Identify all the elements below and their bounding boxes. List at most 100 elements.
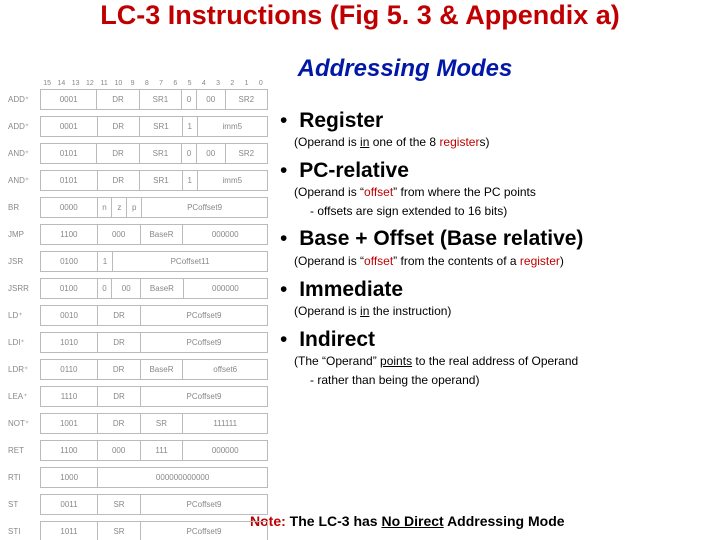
enc-field: imm5 xyxy=(198,171,267,190)
mnemonic: AND⁺ xyxy=(8,143,40,164)
mode-indirect-desc: (The “Operand” points to the real addres… xyxy=(294,354,710,369)
enc-field: 111 xyxy=(141,441,184,460)
enc-field: BaseR xyxy=(141,360,184,379)
enc-field: DR xyxy=(98,306,141,325)
enc-row: RET1100000111000000 xyxy=(8,440,268,461)
enc-fields: 1010DRPCoffset9 xyxy=(40,332,268,353)
enc-field: DR xyxy=(98,360,141,379)
bullet-icon: • xyxy=(280,227,287,250)
mode-name: Base + Offset (Base relative) xyxy=(299,227,583,250)
mnemonic: ADD⁺ xyxy=(8,116,40,137)
enc-field: z xyxy=(112,198,127,217)
enc-field: n xyxy=(98,198,113,217)
enc-field: DR xyxy=(98,414,141,433)
mode-base-desc: (Operand is “offset” from the contents o… xyxy=(294,254,710,269)
enc-fields: 01001PCoffset11 xyxy=(40,251,268,272)
enc-row: RTI1000000000000000 xyxy=(8,467,268,488)
enc-fields: 1100000111000000 xyxy=(40,440,268,461)
enc-fields: 1001DRSR111111 xyxy=(40,413,268,434)
mode-immediate: • Immediate xyxy=(280,277,710,302)
enc-field: SR xyxy=(98,522,141,540)
enc-fields: 1000000000000000 xyxy=(40,467,268,488)
enc-field: SR1 xyxy=(140,117,183,136)
enc-field: PCoffset9 xyxy=(141,387,267,406)
mode-name: Indirect xyxy=(299,328,375,351)
enc-fields: 0101DRSR1000SR2 xyxy=(40,143,268,164)
enc-field: 00 xyxy=(197,90,226,109)
enc-fields: 0000nzpPCoffset9 xyxy=(40,197,268,218)
enc-field: BaseR xyxy=(141,225,184,244)
mnemonic: AND⁺ xyxy=(8,170,40,191)
enc-row: AND⁺0101DRSR1000SR2 xyxy=(8,143,268,164)
bullet-icon: • xyxy=(280,278,287,301)
enc-field: PCoffset11 xyxy=(113,252,267,271)
enc-field: 000 xyxy=(98,441,141,460)
bullet-icon: • xyxy=(280,109,287,132)
enc-field: DR xyxy=(97,90,139,109)
enc-field: DR xyxy=(97,144,139,163)
mode-indirect: • Indirect xyxy=(280,327,710,352)
mnemonic: JSRR xyxy=(8,278,40,299)
enc-field: 0 xyxy=(182,144,197,163)
enc-row: JSRR0100000BaseR000000 xyxy=(8,278,268,299)
mnemonic: BR xyxy=(8,197,40,218)
mnemonic: LDI⁺ xyxy=(8,332,40,353)
enc-fields: 0101DRSR11imm5 xyxy=(40,170,268,191)
enc-field: DR xyxy=(98,387,141,406)
mnemonic: LEA⁺ xyxy=(8,386,40,407)
enc-field: BaseR xyxy=(141,279,184,298)
enc-row: JMP1100000BaseR000000 xyxy=(8,224,268,245)
enc-field: 0010 xyxy=(41,306,98,325)
enc-field: PCoffset9 xyxy=(141,333,267,352)
enc-row: JSR01001PCoffset11 xyxy=(8,251,268,272)
enc-field: SR xyxy=(98,495,141,514)
enc-field: 0000 xyxy=(41,198,98,217)
mnemonic: RET xyxy=(8,440,40,461)
enc-row: BR0000nzpPCoffset9 xyxy=(8,197,268,218)
enc-field: DR xyxy=(98,171,141,190)
enc-fields: 0110DRBaseRoffset6 xyxy=(40,359,268,380)
mode-indirect-sub: - rather than being the operand) xyxy=(310,373,710,387)
enc-field: 1 xyxy=(98,252,113,271)
bullet-icon: • xyxy=(280,328,287,351)
mode-pcrel-sub: - offsets are sign extended to 16 bits) xyxy=(310,204,710,218)
enc-field: 000000000000 xyxy=(98,468,267,487)
enc-fields: 1110DRPCoffset9 xyxy=(40,386,268,407)
instruction-encoding-table: 1514131211109876543210ADD⁺0001DRSR1000SR… xyxy=(8,80,268,540)
enc-row: LEA⁺1110DRPCoffset9 xyxy=(8,386,268,407)
enc-fields: 0001DRSR11imm5 xyxy=(40,116,268,137)
enc-row: ADD⁺0001DRSR1000SR2 xyxy=(8,89,268,110)
enc-row: LDR⁺0110DRBaseRoffset6 xyxy=(8,359,268,380)
mode-immediate-desc: (Operand is in the instruction) xyxy=(294,304,710,319)
enc-fields: 1100000BaseR000000 xyxy=(40,224,268,245)
enc-field: 0 xyxy=(98,279,113,298)
enc-field: 000 xyxy=(98,225,141,244)
mode-pc-relative: • PC-relative xyxy=(280,158,710,183)
enc-fields: 0011SRPCoffset9 xyxy=(40,494,268,515)
enc-fields: 1011SRPCoffset9 xyxy=(40,521,268,540)
enc-field: p xyxy=(127,198,142,217)
enc-field: 1010 xyxy=(41,333,98,352)
enc-field: 0101 xyxy=(41,144,97,163)
content-area: • Register (Operand is in one of the 8 r… xyxy=(280,100,710,387)
mnemonic: ST xyxy=(8,494,40,515)
enc-fields: 0010DRPCoffset9 xyxy=(40,305,268,326)
mnemonic: NOT⁺ xyxy=(8,413,40,434)
enc-field: DR xyxy=(98,333,141,352)
mode-name: PC-relative xyxy=(299,159,409,182)
enc-field: 00 xyxy=(112,279,141,298)
enc-field: 000000 xyxy=(184,279,267,298)
enc-fields: 0100000BaseR000000 xyxy=(40,278,268,299)
enc-field: offset6 xyxy=(183,360,267,379)
mnemonic: JMP xyxy=(8,224,40,245)
enc-field: 1 xyxy=(183,117,198,136)
enc-field: SR2 xyxy=(226,90,267,109)
mnemonic: LDR⁺ xyxy=(8,359,40,380)
enc-field: 000000 xyxy=(183,441,267,460)
enc-field: PCoffset9 xyxy=(141,495,267,514)
footer-note: Note: The LC-3 has No Direct Addressing … xyxy=(250,513,715,529)
enc-field: 00 xyxy=(197,144,226,163)
enc-fields: 0001DRSR1000SR2 xyxy=(40,89,268,110)
enc-field: 1011 xyxy=(41,522,98,540)
enc-field: imm5 xyxy=(198,117,267,136)
